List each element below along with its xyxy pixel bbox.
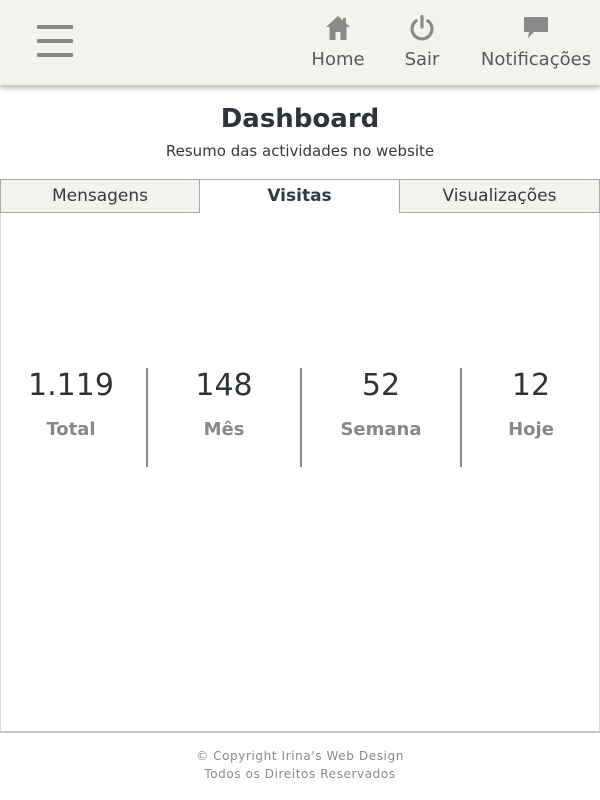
tab-visitas[interactable]: Visitas	[200, 179, 399, 213]
page-footer: © Copyright Irina's Web Design Todos os …	[0, 731, 600, 800]
stat-label: Mês	[203, 419, 245, 440]
visits-panel: 1.119 Total 148 Mês 52 Semana 12 Hoje	[0, 213, 600, 731]
tab-mensagens[interactable]: Mensagens	[0, 179, 200, 213]
footer-rights: Todos os Direitos Reservados	[204, 767, 396, 781]
menu-bar-line	[37, 25, 73, 29]
home-icon	[326, 16, 350, 40]
nav-home-button[interactable]: Home	[305, 14, 371, 74]
speech-bubble-icon	[524, 17, 548, 38]
dashboard-tabs: Mensagens Visitas Visualizações	[0, 179, 600, 213]
power-icon	[410, 14, 434, 41]
tab-visualizacoes[interactable]: Visualizações	[399, 179, 600, 213]
menu-bar-line	[37, 53, 73, 57]
stat-today: 12 Hoje	[461, 368, 600, 467]
page-title: Dashboard	[220, 104, 380, 134]
nav-logout-label: Sair	[404, 49, 440, 70]
hamburger-menu-icon[interactable]	[37, 25, 73, 58]
footer-copyright: © Copyright Irina's Web Design	[196, 749, 404, 763]
menu-bar-line	[37, 39, 73, 43]
stat-value: 148	[195, 368, 253, 403]
stat-value: 52	[361, 368, 401, 403]
stat-label: Hoje	[508, 419, 554, 440]
stat-value: 1.119	[28, 368, 114, 403]
nav-logout-button[interactable]: Sair	[398, 14, 446, 74]
stat-label: Semana	[340, 419, 422, 440]
stat-value: 12	[511, 368, 551, 403]
stat-total: 1.119 Total	[1, 368, 141, 467]
page-subtitle: Resumo das actividades no website	[165, 142, 435, 160]
nav-notifications-label: Notificações	[480, 49, 592, 70]
stat-week: 52 Semana	[301, 368, 461, 467]
nav-home-label: Home	[311, 49, 365, 70]
top-navigation-bar: Home Sair Notificações	[0, 0, 600, 85]
stat-label: Total	[46, 419, 96, 440]
stat-month: 148 Mês	[147, 368, 301, 467]
nav-notifications-button[interactable]: Notificações	[477, 14, 595, 74]
